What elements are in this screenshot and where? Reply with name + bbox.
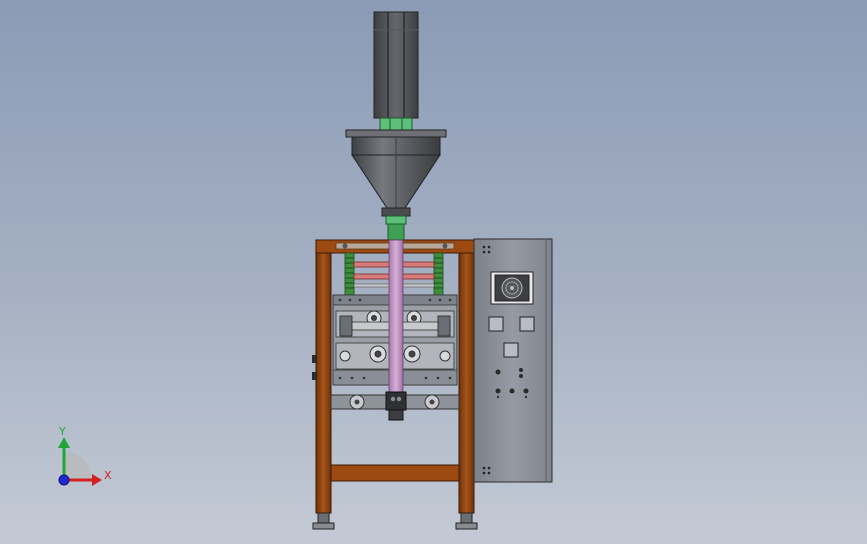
- hopper-outlet-coupling: [385, 215, 407, 241]
- y-axis-label: Y: [59, 425, 66, 438]
- cabinet-fan: [490, 271, 534, 305]
- coordinate-triad: [58, 437, 102, 486]
- cad-viewport[interactable]: Y X: [0, 0, 867, 544]
- leveling-feet: [312, 512, 478, 530]
- forming-tube[interactable]: [388, 239, 404, 399]
- x-axis-label: X: [104, 469, 112, 482]
- auger-motor[interactable]: [373, 11, 419, 119]
- machine-model-drawing: [58, 11, 553, 530]
- hopper[interactable]: [345, 129, 447, 217]
- z-axis-dot: [58, 474, 70, 486]
- cutting-jaws: [385, 391, 407, 421]
